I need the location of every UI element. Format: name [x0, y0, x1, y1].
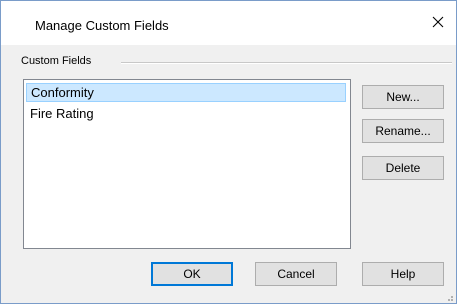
list-item-conformity[interactable]: Conformity	[26, 83, 346, 102]
help-button[interactable]: Help	[362, 262, 444, 286]
group-divider	[121, 62, 452, 64]
new-button[interactable]: New...	[362, 85, 444, 109]
close-button[interactable]	[425, 9, 451, 35]
rename-button[interactable]: Rename...	[362, 119, 444, 143]
ok-button[interactable]: OK	[151, 262, 233, 286]
custom-fields-group-label: Custom Fields	[21, 55, 96, 67]
manage-custom-fields-dialog: Manage Custom Fields Custom Fields Confo…	[0, 0, 457, 304]
custom-fields-list[interactable]: Conformity Fire Rating	[23, 79, 351, 249]
delete-button[interactable]: Delete	[362, 156, 444, 180]
list-item-fire-rating[interactable]: Fire Rating	[26, 104, 346, 123]
cancel-button[interactable]: Cancel	[255, 262, 337, 286]
dialog-title: Manage Custom Fields	[35, 18, 169, 33]
title-bar[interactable]: Manage Custom Fields	[1, 1, 456, 45]
close-icon	[425, 9, 451, 35]
resize-grip-icon[interactable]	[444, 291, 454, 301]
